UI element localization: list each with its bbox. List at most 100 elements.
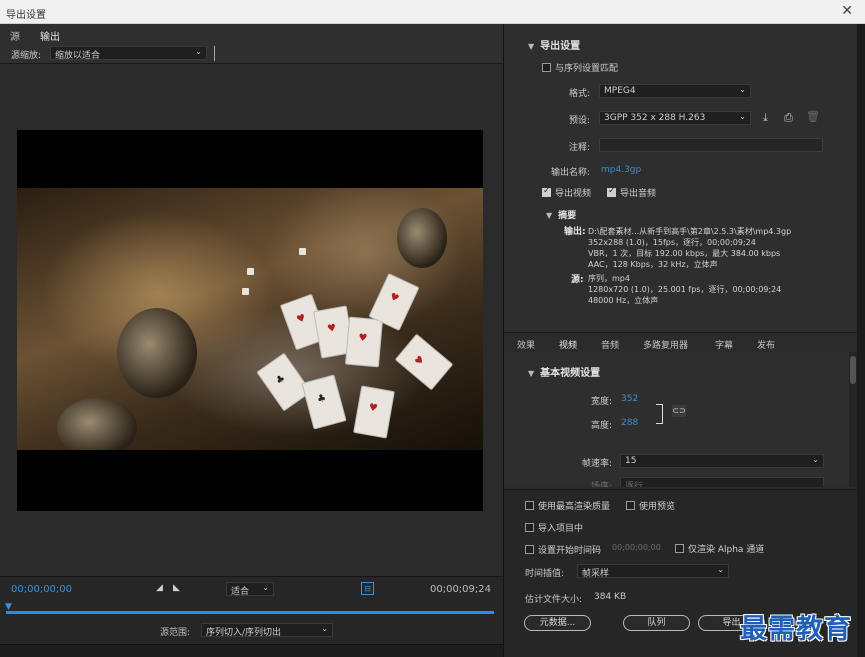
summary-output-line: VBR，1 次，目标 192.00 kbps，最大 384.00 kbps bbox=[588, 249, 781, 258]
export-video-checkbox[interactable]: 导出视频 bbox=[542, 186, 591, 199]
divider bbox=[214, 46, 215, 61]
output-name-label: 输出名称: bbox=[550, 168, 590, 178]
scrollbar-thumb[interactable] bbox=[850, 356, 856, 384]
preset-label: 预设: bbox=[568, 116, 590, 126]
source-zoom-value: 缩放以适合 bbox=[55, 51, 101, 61]
right-edge-strip bbox=[857, 24, 865, 657]
video-preview: ♥ ♥ ♥ ♥ ♣ ♣ ♥ ♥ bbox=[0, 64, 503, 576]
checkbox-box[interactable] bbox=[626, 501, 635, 510]
summary-header[interactable]: ▼ 摘要 bbox=[546, 208, 576, 221]
filesize-label: 估计文件大小: bbox=[525, 595, 583, 605]
export-audio-label: 导出音频 bbox=[620, 189, 657, 199]
fit-dropdown[interactable]: 适合 ⌄ bbox=[226, 582, 274, 597]
collapse-triangle-icon[interactable]: ▼ bbox=[528, 42, 534, 51]
max-quality-label: 使用最高渲染质量 bbox=[538, 502, 611, 512]
mark-in-icon[interactable]: ◢ bbox=[156, 583, 163, 593]
export-video-label: 导出视频 bbox=[555, 189, 592, 199]
use-preview-label: 使用预览 bbox=[639, 502, 676, 512]
chevron-down-icon: ⌄ bbox=[195, 47, 202, 56]
import-project-checkbox[interactable]: 导入项目中 bbox=[525, 521, 583, 534]
tab-captions[interactable]: 字幕 bbox=[715, 338, 733, 351]
preview-frame: ♥ ♥ ♥ ♥ ♣ ♣ ♥ ♥ bbox=[17, 130, 483, 511]
timeline-track[interactable] bbox=[6, 611, 494, 614]
mark-out-icon[interactable]: ◣ bbox=[173, 583, 180, 593]
checkbox-box[interactable] bbox=[525, 523, 534, 532]
collapse-triangle-icon[interactable]: ▼ bbox=[546, 211, 552, 220]
alpha-only-checkbox[interactable]: 仅渲染 Alpha 通道 bbox=[675, 542, 764, 555]
video-settings-tabs: 效果 视频 音频 多路复用器 字幕 发布 bbox=[504, 332, 857, 353]
fit-value: 适合 bbox=[231, 587, 250, 597]
format-dropdown[interactable]: MPEG4 ⌄ bbox=[599, 84, 751, 98]
summary-output-line: D:\配套素材...从新手到高手\第2章\2.5.3\素材\mp4.3gp bbox=[588, 227, 792, 236]
source-zoom-dropdown[interactable]: 缩放以适合 ⌄ bbox=[50, 46, 207, 61]
queue-button[interactable]: 队列 bbox=[623, 615, 690, 631]
tab-effects[interactable]: 效果 bbox=[517, 338, 535, 351]
field-order-dropdown[interactable]: 逐行 bbox=[620, 477, 824, 487]
field-order-value: 逐行 bbox=[625, 482, 644, 487]
checkbox-box[interactable] bbox=[525, 501, 534, 510]
export-audio-checkbox[interactable]: 导出音频 bbox=[607, 186, 656, 199]
time-interpolation-value: 帧采样 bbox=[582, 569, 610, 579]
metadata-button[interactable]: 元数据... bbox=[524, 615, 591, 631]
timecode-current[interactable]: 00;00;00;00 bbox=[11, 584, 72, 595]
tab-audio[interactable]: 音频 bbox=[601, 338, 619, 351]
card-image: ♥ bbox=[344, 316, 384, 368]
export-settings-section: ▼ 导出设置 与序列设置匹配 格式: MPEG4 ⌄ 预设: 3GPP 352 x… bbox=[504, 24, 857, 332]
format-label: 格式: bbox=[568, 89, 590, 99]
framerate-dropdown[interactable]: 15 ⌄ bbox=[620, 454, 824, 468]
window-title: 导出设置 bbox=[6, 10, 46, 21]
import-preset-icon[interactable]: ⎙ bbox=[784, 111, 793, 125]
scrollbar[interactable] bbox=[849, 352, 857, 487]
summary-output-line: 352x288 (1.0)，15fps，逐行，00;00;09;24 bbox=[588, 238, 756, 247]
alpha-only-label: 仅渲染 Alpha 通道 bbox=[688, 545, 765, 555]
delete-preset-icon[interactable]: 🗑 bbox=[806, 110, 820, 123]
chevron-down-icon: ⌄ bbox=[739, 112, 746, 121]
tab-publish[interactable]: 发布 bbox=[757, 338, 775, 351]
glass-image bbox=[57, 398, 137, 450]
export-settings-title: 导出设置 bbox=[540, 41, 581, 52]
link-chain-icon[interactable]: ⊂⊃ bbox=[672, 405, 686, 417]
basic-video-settings: ▼ 基本视频设置 宽度: 352 高度: 288 ⊂⊃ 帧速率: 15 ⌄ 场序:… bbox=[504, 352, 857, 487]
output-name-link[interactable]: mp4.3gp bbox=[601, 165, 641, 175]
match-sequence-checkbox[interactable]: 与序列设置匹配 bbox=[542, 61, 618, 74]
crop-icon[interactable]: ⊟ bbox=[361, 582, 374, 595]
close-icon[interactable]: ✕ bbox=[841, 3, 853, 19]
height-value[interactable]: 288 bbox=[621, 418, 638, 428]
field-order-label: 场序: bbox=[590, 482, 612, 487]
basic-video-header[interactable]: ▼ 基本视频设置 bbox=[528, 364, 600, 379]
source-zoom-row: 源缩放: 缩放以适合 ⌄ bbox=[0, 44, 503, 64]
collapse-triangle-icon[interactable]: ▼ bbox=[528, 369, 534, 378]
checkbox-box[interactable] bbox=[542, 63, 551, 72]
source-range-label: 源范围: bbox=[160, 628, 191, 638]
preview-tabs: 源 输出 bbox=[0, 24, 503, 45]
max-quality-checkbox[interactable]: 使用最高渲染质量 bbox=[525, 499, 610, 512]
time-interpolation-dropdown[interactable]: 帧采样 ⌄ bbox=[577, 564, 729, 579]
tab-multiplexer[interactable]: 多路复用器 bbox=[643, 338, 688, 351]
source-range-dropdown[interactable]: 序列切入/序列切出 ⌄ bbox=[201, 623, 333, 638]
summary-source-line: 1280x720 (1.0)，25.001 fps，逐行，00;00;09;24 bbox=[588, 285, 782, 294]
tab-source[interactable]: 源 bbox=[10, 28, 20, 43]
chevron-down-icon: ⌄ bbox=[717, 565, 724, 574]
tab-video[interactable]: 视频 bbox=[559, 338, 578, 353]
chevron-down-icon: ⌄ bbox=[262, 583, 269, 592]
note-input[interactable] bbox=[599, 138, 823, 152]
checkbox-box[interactable] bbox=[675, 544, 684, 553]
save-preset-icon[interactable]: ⤓ bbox=[763, 111, 768, 125]
watermark-text: 最需教育 bbox=[740, 614, 852, 645]
glass-image bbox=[117, 308, 197, 398]
preset-dropdown[interactable]: 3GPP 352 x 288 H.263 ⌄ bbox=[599, 111, 751, 125]
source-range-value: 序列切入/序列切出 bbox=[206, 628, 282, 638]
checkbox-box[interactable] bbox=[542, 186, 551, 197]
set-start-timecode-checkbox[interactable]: 设置开始时间码 bbox=[525, 543, 601, 556]
timeline-scrubber[interactable]: ▼ bbox=[0, 600, 503, 622]
use-preview-checkbox[interactable]: 使用预览 bbox=[626, 499, 675, 512]
tab-output[interactable]: 输出 bbox=[40, 28, 60, 45]
checkbox-box[interactable] bbox=[607, 186, 616, 197]
checkbox-box[interactable] bbox=[525, 545, 534, 554]
width-value[interactable]: 352 bbox=[621, 394, 638, 404]
note-label: 注释: bbox=[568, 143, 590, 153]
die-image bbox=[247, 268, 254, 275]
timecode-bar: 00;00;00;00 ◢ ◣ 适合 ⌄ ⊟ 00;00;09;24 bbox=[0, 576, 503, 600]
settings-panel: ▼ 导出设置 与序列设置匹配 格式: MPEG4 ⌄ 预设: 3GPP 352 x… bbox=[503, 24, 865, 657]
export-settings-header[interactable]: ▼ 导出设置 bbox=[528, 37, 580, 52]
